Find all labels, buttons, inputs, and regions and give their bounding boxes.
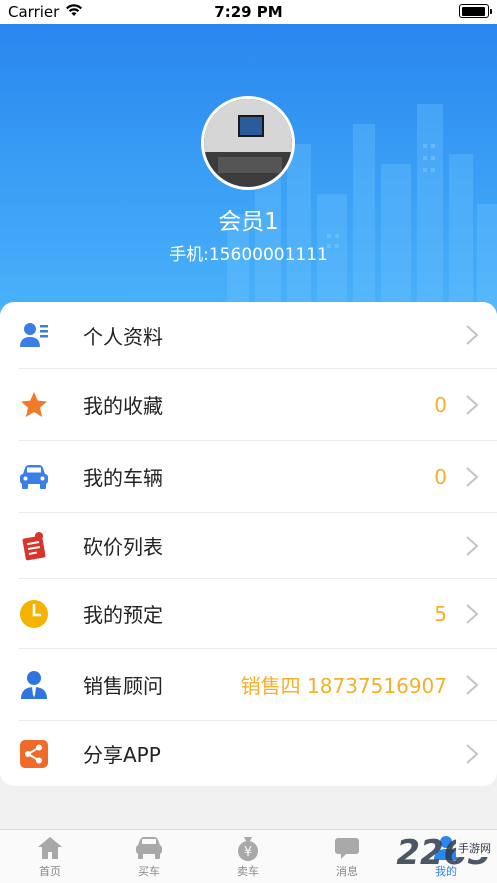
profile-header: 会员1 手机:15600001111	[0, 24, 497, 314]
menu-item-bargain-list[interactable]: 砍价列表	[0, 513, 497, 578]
menu-item-label: 我的收藏	[83, 394, 163, 418]
app-screen: Carrier 7:29 PM 会员1 手机:15600001111 个人资料 …	[0, 0, 497, 883]
chevron-right-icon	[466, 466, 479, 487]
menu-item-label: 个人资料	[83, 324, 163, 349]
chevron-right-icon	[466, 743, 479, 764]
chevron-right-icon	[466, 674, 479, 695]
menu-item-label: 砍价列表	[83, 535, 163, 559]
share-icon	[18, 738, 50, 770]
profile-card-icon	[18, 319, 50, 351]
tab-sell-car[interactable]: ¥ 卖车	[218, 834, 278, 879]
reservations-count: 5	[434, 601, 447, 626]
username: 会员1	[218, 209, 279, 235]
tab-messages[interactable]: 消息	[317, 834, 377, 879]
buy-car-icon	[135, 834, 163, 862]
menu-item-label: 我的预定	[83, 603, 163, 627]
chevron-right-icon	[466, 603, 479, 624]
clock-time: 7:29 PM	[214, 3, 283, 21]
advisor-person-icon	[18, 669, 50, 701]
chevron-right-icon	[466, 535, 479, 556]
vehicles-count: 0	[434, 464, 447, 489]
car-icon	[18, 461, 50, 493]
menu-item-reservations[interactable]: 我的预定 5	[0, 579, 497, 648]
home-icon	[36, 834, 64, 862]
star-icon	[18, 389, 50, 421]
tab-label: 首页	[39, 865, 61, 878]
menu-item-profile[interactable]: 个人资料	[0, 302, 497, 368]
tab-home[interactable]: 首页	[20, 834, 80, 879]
chevron-right-icon	[466, 325, 479, 345]
avatar[interactable]	[201, 96, 295, 190]
menu-item-label: 销售顾问	[83, 674, 163, 698]
watermark-subtext: 手游网	[456, 839, 493, 857]
advisor-name-phone[interactable]: 销售四 18737516907	[241, 670, 447, 699]
message-icon	[333, 834, 361, 862]
clock-icon	[18, 598, 50, 630]
battery-icon	[459, 4, 492, 18]
favorites-count: 0	[434, 392, 447, 417]
tab-label: 卖车	[237, 865, 259, 878]
tab-buy-car[interactable]: 买车	[119, 834, 179, 879]
status-bar: Carrier 7:29 PM	[0, 0, 497, 24]
tab-label: 买车	[138, 865, 160, 878]
menu-item-label: 分享APP	[83, 743, 161, 767]
profile-menu: 个人资料 我的收藏 0 我的车辆 0 砍价列表 我的预定 5 销售顾问 销售四 …	[0, 302, 497, 786]
price-tag-list-icon	[18, 530, 50, 562]
svg-text:¥: ¥	[244, 845, 252, 860]
menu-item-my-vehicles[interactable]: 我的车辆 0	[0, 441, 497, 512]
chevron-right-icon	[466, 394, 479, 415]
menu-item-favorites[interactable]: 我的收藏 0	[0, 369, 497, 440]
menu-item-share-app[interactable]: 分享APP	[0, 721, 497, 786]
menu-item-label: 我的车辆	[83, 466, 163, 490]
menu-item-sales-advisor[interactable]: 销售顾问 销售四 18737516907	[0, 649, 497, 720]
sell-money-bag-icon: ¥	[234, 834, 262, 862]
tab-label: 消息	[336, 865, 358, 878]
phone-number: 手机:15600001111	[169, 245, 328, 265]
